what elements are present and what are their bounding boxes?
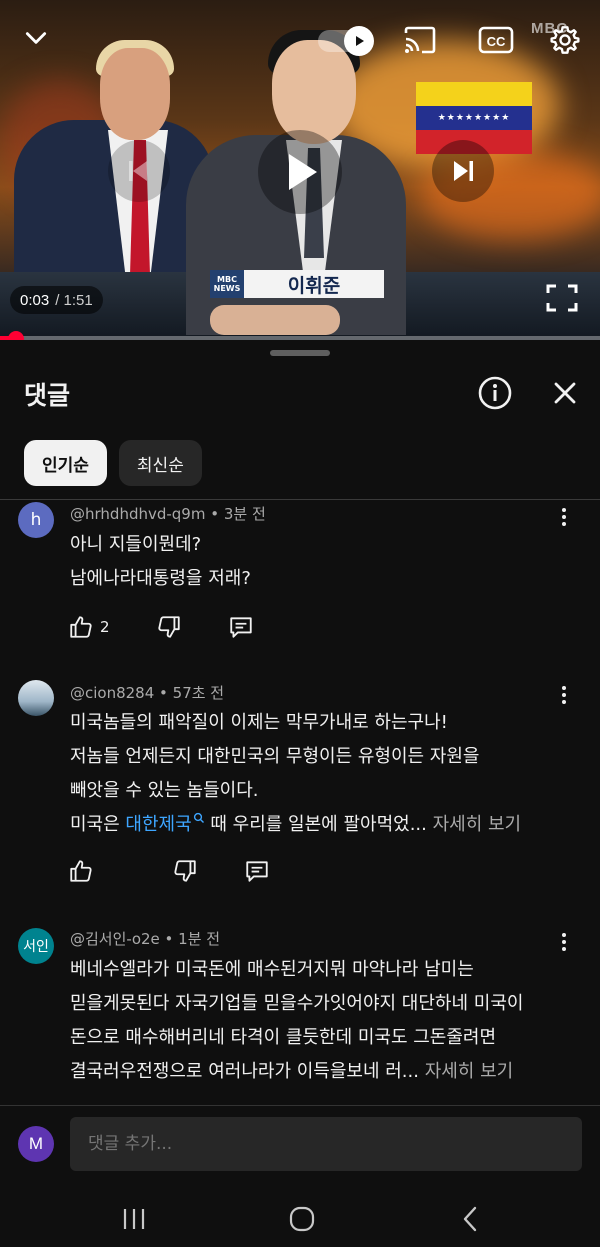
dislike-button[interactable]: [172, 858, 198, 884]
recent-apps-icon: [123, 1209, 145, 1229]
system-navigation-bar: [0, 1189, 600, 1247]
previous-icon: [129, 161, 147, 181]
info-button[interactable]: [476, 374, 514, 412]
hashtag-link[interactable]: 대한제국: [125, 812, 204, 835]
reply-button[interactable]: [244, 858, 270, 884]
like-button[interactable]: [68, 858, 94, 884]
comment-meta[interactable]: @김서인-o2e • 1분 전: [70, 928, 220, 949]
comment-actions: [68, 858, 316, 884]
thumbs-up-icon: [70, 616, 92, 638]
back-button[interactable]: [450, 1199, 490, 1239]
fullscreen-button[interactable]: [540, 278, 584, 318]
captions-icon: CC: [478, 26, 514, 54]
comment-line: 미국은 대한제국 때 우리를 일본에 팔아먹었... 자세히 보기: [70, 808, 570, 842]
search-icon: [193, 812, 204, 823]
thumbs-up-icon: [70, 860, 92, 882]
thumbs-down-icon: [174, 860, 196, 882]
comment-line: 믿을게못된다 자국기업들 믿을수가잇어야지 대단하네 미국이: [70, 993, 524, 1014]
next-button[interactable]: [432, 140, 494, 202]
dislike-button[interactable]: [156, 614, 182, 640]
like-count: 2: [100, 618, 110, 636]
comment-text: 베네수엘라가 미국돈에 매수된거지뭐 마약나라 남미는 믿을게못된다 자국기업들…: [70, 953, 570, 1089]
scrubber-handle[interactable]: [8, 331, 24, 340]
time-display: 0:03 / 1:51: [10, 286, 103, 314]
reply-icon: [229, 617, 252, 638]
comments-sheet: 댓글 인기순 최신순 h @hrhdhdhvd-q9m • 3분 전 아니 지들…: [0, 340, 600, 1247]
info-icon: [478, 376, 512, 410]
comment-item: h @hrhdhdhvd-q9m • 3분 전 아니 지들이뭔데? 남에나라대통…: [0, 500, 600, 680]
avatar[interactable]: 서인: [18, 928, 54, 964]
sort-chips: 인기순 최신순: [24, 440, 202, 486]
current-time: 0:03: [20, 291, 50, 309]
read-more-link[interactable]: 자세히 보기: [427, 814, 522, 835]
gear-icon: [550, 26, 580, 54]
cast-icon: [404, 26, 436, 54]
home-icon: [289, 1206, 315, 1232]
comment-item: 서인 @김서인-o2e • 1분 전 베네수엘라가 미국돈에 매수된거지뭐 마약…: [0, 925, 600, 1105]
comment-line: 미국놈들의 패악질이 이제는 막무가내로 하는구나!: [70, 712, 448, 733]
comment-actions: 2: [68, 614, 300, 640]
back-icon: [463, 1206, 477, 1232]
chip-newest[interactable]: 최신순: [118, 440, 202, 486]
autoplay-knob[interactable]: [344, 26, 374, 56]
cast-button[interactable]: [400, 22, 440, 58]
recent-apps-button[interactable]: [114, 1199, 154, 1239]
close-button[interactable]: [546, 374, 584, 412]
comment-text: 아니 지들이뭔데? 남에나라대통령을 저래?: [70, 528, 570, 596]
svg-text:CC: CC: [487, 34, 506, 49]
play-icon: [289, 154, 317, 190]
like-button[interactable]: 2: [68, 614, 110, 640]
video-player[interactable]: ★★★★★★★★ MBC NEWS 이휘준 CC MBC 0:03 / 1:51: [0, 0, 600, 340]
comment-line: 빼앗을 수 있는 놈들이다.: [70, 780, 259, 801]
sheet-title: 댓글: [24, 381, 71, 410]
drag-handle[interactable]: [270, 350, 330, 356]
settings-button[interactable]: [545, 20, 585, 60]
close-icon: [554, 382, 576, 404]
comment-line: 결국러우전쟁으로 여러나라가 이득을보네 러... 자세히 보기: [70, 1055, 570, 1089]
comment-line: 베네수엘라가 미국돈에 매수된거지뭐 마약나라 남미는: [70, 959, 474, 980]
avatar[interactable]: [18, 680, 54, 716]
comment-input-bar: M: [0, 1105, 600, 1189]
comment-text: 미국놈들의 패악질이 이제는 막무가내로 하는구나! 저놈들 언제든지 대한민국…: [70, 706, 570, 842]
thumbs-down-icon: [157, 616, 180, 638]
comment-meta[interactable]: @hrhdhdhvd-q9m • 3분 전: [70, 503, 266, 524]
play-button[interactable]: [258, 130, 342, 214]
comment-input[interactable]: [70, 1117, 582, 1171]
home-button[interactable]: [282, 1199, 322, 1239]
user-avatar[interactable]: M: [18, 1126, 54, 1162]
comment-item: @cion8284 • 57초 전 미국놈들의 패악질이 이제는 막무가내로 하…: [0, 680, 600, 925]
comment-line: 저놈들 언제든지 대한민국의 무형이든 유형이든 자원을: [70, 746, 480, 767]
play-small-icon: [356, 36, 364, 46]
captions-button[interactable]: CC: [476, 22, 516, 58]
avatar[interactable]: h: [18, 502, 54, 538]
previous-button[interactable]: [108, 140, 170, 202]
link-text: 대한제국: [125, 814, 192, 835]
comment-line: 돈으로 매수해버리네 타격이 클듯한데 미국도 그돈줄려면: [70, 1027, 497, 1048]
comment-line: 남에나라대통령을 저래?: [70, 568, 251, 589]
comment-text-segment: 때 우리를 일본에 팔아먹었...: [204, 814, 427, 835]
collapse-button[interactable]: [18, 20, 54, 56]
next-icon: [454, 161, 473, 181]
comment-text-segment: 결국러우전쟁으로 여러나라가 이득을보네 러...: [70, 1061, 419, 1082]
reply-icon: [246, 861, 268, 882]
read-more-link[interactable]: 자세히 보기: [419, 1061, 514, 1082]
player-controls: CC MBC 0:03 / 1:51: [0, 0, 600, 340]
total-duration: / 1:51: [55, 291, 93, 309]
comment-list[interactable]: h @hrhdhdhvd-q9m • 3분 전 아니 지들이뭔데? 남에나라대통…: [0, 500, 600, 1105]
comment-meta[interactable]: @cion8284 • 57초 전: [70, 682, 224, 703]
chip-top[interactable]: 인기순: [24, 440, 107, 486]
fullscreen-icon: [546, 284, 578, 312]
comment-text-segment: 미국은: [70, 814, 126, 835]
chevron-down-icon: [25, 32, 47, 44]
comment-line: 아니 지들이뭔데?: [70, 534, 202, 555]
reply-button[interactable]: [228, 614, 254, 640]
